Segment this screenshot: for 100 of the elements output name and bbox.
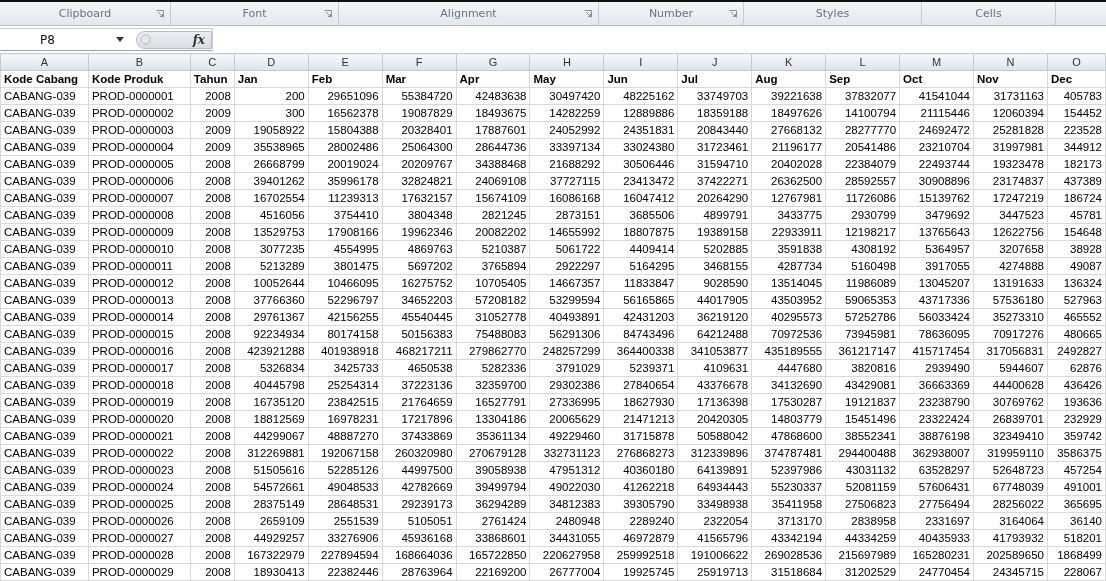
column-header: Aug <box>751 70 826 88</box>
circle-icon[interactable] <box>140 34 151 46</box>
table-cell: 37422271 <box>677 172 752 190</box>
table-cell: 193636 <box>1047 393 1106 411</box>
column-letter[interactable]: I <box>603 53 678 71</box>
dialog-launcher-icon[interactable] <box>729 10 737 18</box>
table-cell: 232929 <box>1047 410 1106 428</box>
column-letter[interactable]: A <box>0 53 89 71</box>
table-cell: 23413472 <box>603 172 678 190</box>
table-cell: 259992518 <box>603 546 678 564</box>
table-cell: 15804388 <box>308 121 383 139</box>
insert-function-button[interactable]: fx <box>192 32 205 47</box>
table-cell: CABANG-039 <box>0 359 89 377</box>
table-cell: 15451496 <box>825 410 900 428</box>
table-cell: PROD-0000018 <box>88 376 191 394</box>
table-cell: 17247219 <box>973 189 1048 207</box>
table-cell: 401938918 <box>308 342 383 360</box>
table-cell: PROD-0000014 <box>88 308 191 326</box>
table-cell: 2008 <box>190 342 235 360</box>
formula-field[interactable] <box>212 28 1106 51</box>
table-cell: 2008 <box>190 427 235 445</box>
table-cell: 34431055 <box>530 529 604 547</box>
table-cell: 49087 <box>1047 257 1106 275</box>
column-letter[interactable]: B <box>88 53 191 71</box>
table-cell: 15139762 <box>899 189 974 207</box>
table-cell: 24052992 <box>530 121 604 139</box>
table-cell: 4899791 <box>677 206 752 224</box>
name-box[interactable]: P8 <box>0 29 128 50</box>
dialog-launcher-icon[interactable] <box>584 10 592 18</box>
table-cell: 31594710 <box>677 155 752 173</box>
table-cell: 4308192 <box>825 240 900 258</box>
table-cell: CABANG-039 <box>0 444 89 462</box>
column-letter[interactable]: C <box>190 53 235 71</box>
column-header: Apr <box>456 70 530 88</box>
table-cell: 14803779 <box>751 410 826 428</box>
table-cell: 31518684 <box>751 563 826 581</box>
column-letter[interactable]: H <box>530 53 604 71</box>
table-cell: 47868600 <box>751 427 826 445</box>
table-cell: CABANG-039 <box>0 563 89 581</box>
table-cell: 361217147 <box>825 342 900 360</box>
table-cell: PROD-0000004 <box>88 138 191 156</box>
column-header: Mar <box>382 70 457 88</box>
table-cell: 35361134 <box>456 427 530 445</box>
table-cell: 39401262 <box>234 172 309 190</box>
column-header: Jul <box>677 70 752 88</box>
table-cell: 136324 <box>1047 274 1106 292</box>
table-cell: 36219120 <box>677 308 752 326</box>
column-letter[interactable]: O <box>1047 53 1106 71</box>
table-cell: PROD-0000016 <box>88 342 191 360</box>
table-cell: 92234934 <box>234 325 309 343</box>
table-cell: 2480948 <box>530 512 604 530</box>
table-cell: 32349410 <box>973 427 1048 445</box>
column-letter[interactable]: D <box>234 53 309 71</box>
table-cell: 64212488 <box>677 325 752 343</box>
column-letter[interactable]: M <box>899 53 974 71</box>
table-cell: 480665 <box>1047 325 1106 343</box>
table-cell: 3433775 <box>751 206 826 224</box>
dialog-launcher-icon[interactable] <box>156 10 164 18</box>
table-cell: 31715878 <box>603 427 678 445</box>
column-letter[interactable]: N <box>973 53 1048 71</box>
table-cell: 45936168 <box>382 529 457 547</box>
table-cell: 18627930 <box>603 393 678 411</box>
table-cell: 31731163 <box>973 87 1048 105</box>
table-cell: 30506446 <box>603 155 678 173</box>
table-cell: 202589650 <box>973 546 1048 564</box>
column-letter[interactable]: G <box>456 53 530 71</box>
column-letter[interactable]: E <box>308 53 383 71</box>
column-letter[interactable]: K <box>751 53 826 71</box>
table-cell: 2821245 <box>456 206 530 224</box>
table-cell: CABANG-039 <box>0 376 89 394</box>
table-cell: CABANG-039 <box>0 172 89 190</box>
table-cell: 3791029 <box>530 359 604 377</box>
table-cell: 13191633 <box>973 274 1048 292</box>
table-cell: 46972879 <box>603 529 678 547</box>
table-cell: 362938007 <box>899 444 974 462</box>
table-cell: 33397134 <box>530 138 604 156</box>
table-cell: 20328401 <box>382 121 457 139</box>
table-cell: 51505616 <box>234 461 309 479</box>
table-cell: 5282336 <box>456 359 530 377</box>
caret-icon <box>116 37 124 43</box>
table-cell: 269028536 <box>751 546 826 564</box>
dialog-launcher-icon[interactable] <box>324 10 332 18</box>
column-header: May <box>530 70 604 88</box>
column-letter[interactable]: F <box>382 53 457 71</box>
ribbon-group-label: Cells <box>975 7 1002 21</box>
table-cell: 14100794 <box>825 104 900 122</box>
table-cell: 34812383 <box>530 495 604 513</box>
table-cell: 43717336 <box>899 291 974 309</box>
table-cell: 415717454 <box>899 342 974 360</box>
table-cell: 436426 <box>1047 376 1106 394</box>
table-cell: 3207658 <box>973 240 1048 258</box>
table-cell: 26362500 <box>751 172 826 190</box>
table-cell: 5160498 <box>825 257 900 275</box>
column-header: Jun <box>603 70 678 88</box>
table-cell: 168664036 <box>382 546 457 564</box>
column-letter[interactable]: J <box>677 53 752 71</box>
table-cell: 167322979 <box>234 546 309 564</box>
table-cell: CABANG-039 <box>0 461 89 479</box>
column-letter[interactable]: L <box>825 53 900 71</box>
table-cell: 5202885 <box>677 240 752 258</box>
